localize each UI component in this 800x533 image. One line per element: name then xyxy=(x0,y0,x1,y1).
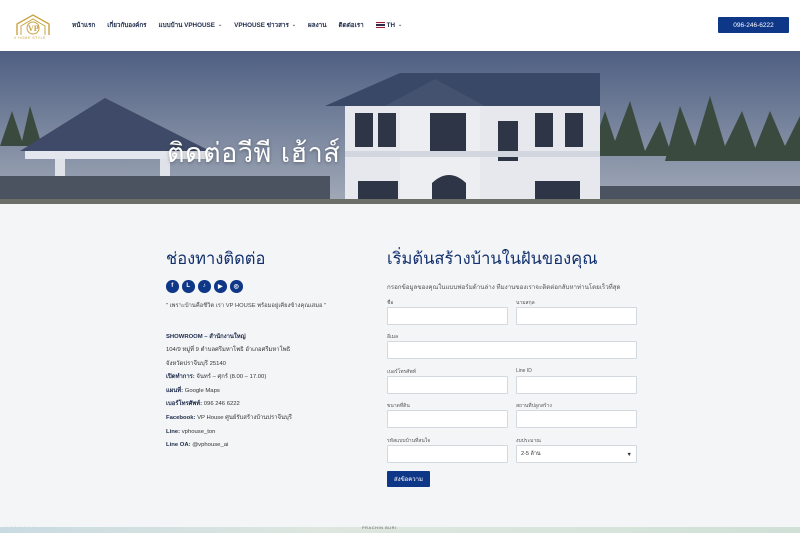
nav-contact[interactable]: ติดต่อเรา xyxy=(339,20,364,30)
last-name-label: นามสกุล xyxy=(516,300,535,306)
youtube-icon[interactable]: ▶ xyxy=(214,280,227,293)
chevron-down-icon: ⌄ xyxy=(291,22,297,28)
phone-row: เบอร์โทรศัพท์: 096 246 6222 xyxy=(166,398,366,412)
phone-button[interactable]: 096-246-6222 xyxy=(718,17,789,33)
nav-label: VPHOUSE ข่าวสาร xyxy=(234,22,289,29)
hero-house-image xyxy=(0,51,800,204)
facebook-row: Facebook: VP House ศูนย์รับสร้างบ้านปราจ… xyxy=(166,412,366,426)
location-label: สถานที่ปลูกสร้าง xyxy=(516,403,552,409)
contact-info: SHOWROOM – สำนักงานใหญ่ 104/9 หมู่ที่ 9 … xyxy=(166,331,366,453)
chevron-down-icon: ⌄ xyxy=(398,22,403,28)
first-name-input[interactable] xyxy=(387,307,508,325)
line-icon[interactable]: L xyxy=(182,280,195,293)
tiktok-icon[interactable]: ♪ xyxy=(198,280,211,293)
contact-section: ช่องทางติดต่อ f L ♪ ▶ ◎ " เพราะบ้านคือชี… xyxy=(166,246,366,453)
nav-label: ผลงาน xyxy=(308,22,327,29)
line-row: Line: vphouse_ton xyxy=(166,426,366,440)
email-input[interactable] xyxy=(387,341,637,359)
land-size-input[interactable] xyxy=(387,410,508,428)
hero-banner: ติดต่อวีพี เฮ้าส์ xyxy=(0,51,800,204)
dropdown-arrow-icon: ▼ xyxy=(626,452,632,458)
map-label: PRACHIN BURI xyxy=(362,525,397,530)
address-line-2: จังหวัดปราจีนบุรี 25140 xyxy=(166,360,226,367)
budget-select[interactable]: 2-5 ล้าน ▼ xyxy=(516,445,637,463)
facebook-link[interactable]: VP House ศูนย์รับสร้างบ้านปราจีนบุรี xyxy=(197,415,292,421)
line-label: Line: xyxy=(166,428,181,435)
thai-flag-icon xyxy=(375,22,385,28)
svg-text:VP: VP xyxy=(28,24,39,33)
nav-label: หน้าแรก xyxy=(72,22,96,29)
lineoa-row: Line OA: @vphouse_ai xyxy=(166,439,366,453)
contact-heading: ช่องทางติดต่อ xyxy=(166,249,266,268)
nav-about[interactable]: เกี่ยวกับองค์กร xyxy=(107,20,146,30)
first-name-label: ชื่อ xyxy=(387,300,394,306)
nav-label: ติดต่อเรา xyxy=(338,22,364,29)
line-link[interactable]: vphouse_ton xyxy=(182,429,216,435)
map-embed[interactable] xyxy=(0,527,800,533)
facebook-label: Facebook: xyxy=(166,415,196,422)
phone-input[interactable] xyxy=(387,376,508,394)
house-code-input[interactable] xyxy=(387,445,508,463)
line-id-input[interactable] xyxy=(516,376,637,394)
last-name-input[interactable] xyxy=(516,307,637,325)
chevron-down-icon: ⌄ xyxy=(217,22,223,28)
tagline-quote: " เพราะบ้านคือชีวิต เรา VP HOUSE พร้อมอย… xyxy=(166,302,327,309)
showroom-title: SHOWROOM – สำนักงานใหญ่ xyxy=(166,333,246,340)
submit-button[interactable]: ส่งข้อความ xyxy=(387,471,430,487)
map-label: แผนที่: xyxy=(166,387,184,394)
budget-selected-value: 2-5 ล้าน xyxy=(521,451,541,457)
hours-value: จันทร์ – ศุกร์ (8.00 – 17.00) xyxy=(196,374,267,381)
budget-label: งบประมาณ xyxy=(516,438,541,444)
instagram-icon[interactable]: ◎ xyxy=(230,280,243,293)
google-maps-link[interactable]: Google Maps xyxy=(185,388,220,394)
location-input[interactable] xyxy=(516,410,637,428)
facebook-icon[interactable]: f xyxy=(166,280,179,293)
lineoa-label: Line OA: xyxy=(166,442,191,449)
house-code-label: รหัสแบบบ้านที่สนใจ xyxy=(387,438,431,444)
nav-label: เกี่ยวกับองค์กร xyxy=(107,22,147,29)
nav-home[interactable]: หน้าแรก xyxy=(72,20,95,30)
line-id-label: Line ID xyxy=(516,368,532,374)
site-header: VP V HOME STYLE หน้าแรก เกี่ยวกับองค์กร … xyxy=(0,0,800,51)
form-heading: เริ่มต้นสร้างบ้านในฝันของคุณ xyxy=(387,249,598,268)
nav-news[interactable]: VPHOUSE ข่าวสาร ⌄ xyxy=(234,20,296,30)
social-links: f L ♪ ▶ ◎ xyxy=(166,280,366,293)
page-title: ติดต่อวีพี เฮ้าส์ xyxy=(167,138,341,169)
nav-house-plans[interactable]: แบบบ้าน VPHOUSE ⌄ xyxy=(159,20,223,30)
hours-label: เปิดทำการ: xyxy=(166,374,195,381)
phone-link[interactable]: 096 246 6222 xyxy=(204,401,240,407)
phone-label: เบอร์โทรศัพท์: xyxy=(166,401,203,408)
map-watermark: · · · · · · · xyxy=(6,524,35,529)
opening-hours: เปิดทำการ: จันทร์ – ศุกร์ (8.00 – 17.00) xyxy=(166,371,366,385)
address-line-1: 104/9 หมู่ที่ 9 ตำบลศรีมหาโพธิ อำเภอศรีม… xyxy=(166,347,291,354)
main-nav: หน้าแรก เกี่ยวกับองค์กร แบบบ้าน VPHOUSE ⌄… xyxy=(72,20,414,30)
language-switcher[interactable]: TH ⌄ xyxy=(375,20,403,30)
nav-label: แบบบ้าน VPHOUSE xyxy=(158,22,215,29)
nav-portfolio[interactable]: ผลงาน xyxy=(308,20,326,30)
land-size-label: ขนาดที่ดิน xyxy=(387,403,410,409)
form-subtitle: กรอกข้อมูลของคุณในแบบฟอร์มด้านล่าง ทีมงา… xyxy=(387,284,621,291)
language-label: TH xyxy=(386,21,396,29)
email-label: อีเมล xyxy=(387,334,399,340)
logo-text: V HOME STYLE xyxy=(14,36,46,40)
phone-label-field: เบอร์โทรศัพท์ xyxy=(387,369,417,375)
lineoa-link[interactable]: @vphouse_ai xyxy=(192,442,228,448)
map-row: แผนที่: Google Maps xyxy=(166,385,366,399)
form-intro: เริ่มต้นสร้างบ้านในฝันของคุณ กรอกข้อมูลข… xyxy=(387,246,647,292)
